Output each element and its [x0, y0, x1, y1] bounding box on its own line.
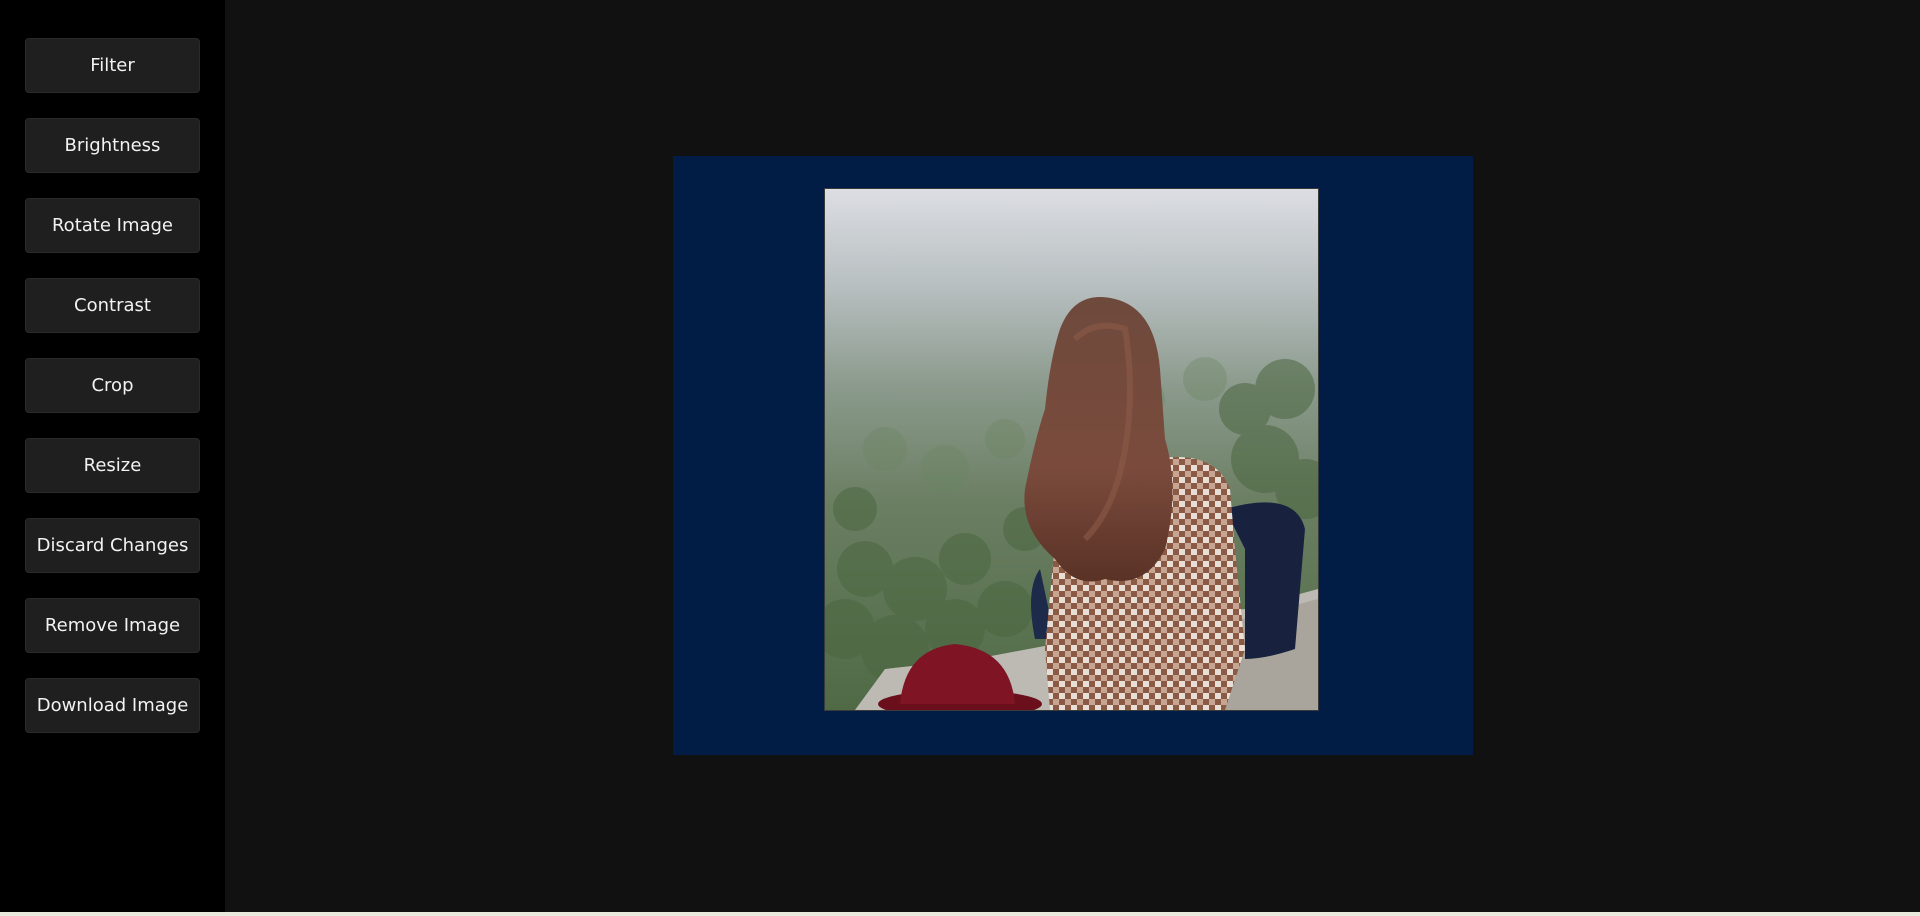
resize-button[interactable]: Resize: [25, 438, 200, 493]
window-bottom-edge: [0, 912, 1920, 916]
download-image-button[interactable]: Download Image: [25, 678, 200, 733]
remove-image-button[interactable]: Remove Image: [25, 598, 200, 653]
image-editor-app: Filter Brightness Rotate Image Contrast …: [0, 0, 1920, 916]
tool-sidebar: Filter Brightness Rotate Image Contrast …: [0, 0, 225, 912]
edited-photo[interactable]: [824, 188, 1319, 711]
discard-changes-button[interactable]: Discard Changes: [25, 518, 200, 573]
crop-button[interactable]: Crop: [25, 358, 200, 413]
rotate-image-button[interactable]: Rotate Image: [25, 198, 200, 253]
brightness-button[interactable]: Brightness: [25, 118, 200, 173]
filter-button[interactable]: Filter: [25, 38, 200, 93]
contrast-button[interactable]: Contrast: [25, 278, 200, 333]
